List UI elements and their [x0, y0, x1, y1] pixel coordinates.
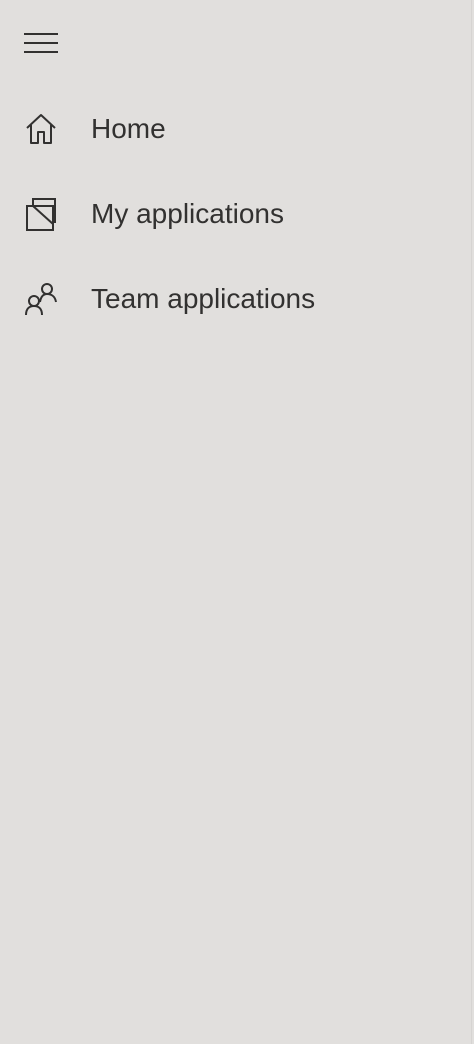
navigation-pane: Home My applications Team applications [0, 0, 472, 1044]
nav-list: Home My applications Team applications [0, 86, 471, 341]
stacked-windows-icon [0, 171, 82, 256]
hamburger-menu-button[interactable] [0, 0, 82, 86]
home-icon [0, 86, 82, 171]
nav-item-label: My applications [91, 197, 284, 229]
nav-item-team-applications[interactable]: Team applications [0, 256, 471, 341]
people-icon [0, 256, 82, 341]
hamburger-menu-icon [23, 31, 59, 55]
nav-item-home[interactable]: Home [0, 86, 471, 171]
nav-item-my-applications[interactable]: My applications [0, 171, 471, 256]
nav-item-label: Team applications [91, 282, 316, 314]
nav-item-label: Home [91, 112, 166, 144]
